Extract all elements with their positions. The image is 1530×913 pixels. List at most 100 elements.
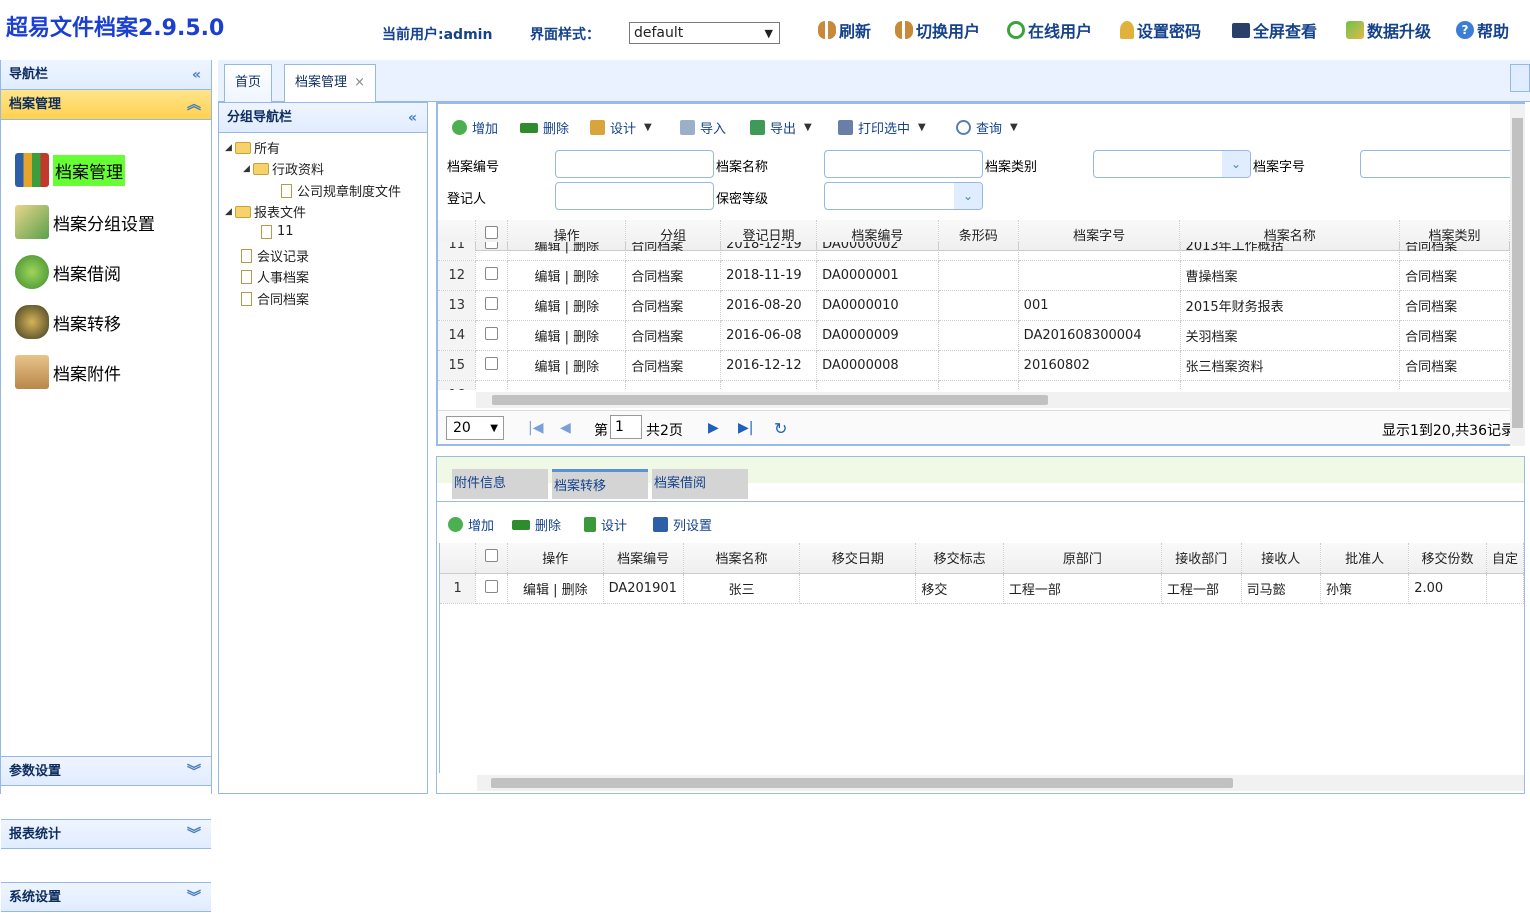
prev-page-icon[interactable]: ◀ (560, 420, 571, 436)
column-header[interactable]: 档案编号 (603, 543, 684, 574)
column-header[interactable]: 接收部门 (1161, 543, 1242, 574)
nav-section-params[interactable]: 参数设置 ︾ (1, 756, 211, 786)
chevron-down-icon[interactable]: ⌄ (1222, 151, 1250, 177)
nav-section-archive[interactable]: 档案管理 ︽ (1, 90, 211, 120)
nav-section-system[interactable]: 系统设置 ︾ (1, 882, 211, 912)
delete-button[interactable]: 删除 (520, 118, 569, 137)
table-row[interactable]: 11 编辑 | 删除 合同档案 2018-12-19 DA0000002 2013年工作概… (438, 242, 1510, 261)
expand-down-icon[interactable]: ︾ (187, 757, 201, 787)
nav-item-group-settings[interactable]: 档案分组设置 (15, 202, 155, 242)
tab-scroll-icon[interactable] (1510, 64, 1530, 92)
expanded-icon[interactable]: ◢ (225, 207, 235, 217)
detail-delete-button[interactable]: 删除 (512, 515, 561, 534)
row-actions[interactable]: 编辑 | 删除 (507, 242, 627, 261)
tree-node-report-files[interactable]: ◢ 报表文件 (225, 202, 306, 221)
table-row[interactable]: 12 编辑 | 删除 合同档案 2018-11-19 DA0000001 曹操档案 合同档案 (438, 260, 1510, 291)
chevron-down-icon[interactable]: ▼ (918, 122, 926, 133)
scrollbar-thumb[interactable] (492, 395, 1048, 405)
collapse-up-icon[interactable]: ︽ (187, 90, 201, 120)
column-header[interactable]: 原部门 (1003, 543, 1162, 574)
detail-add-button[interactable]: 增加 (448, 515, 494, 534)
collapse-left-icon[interactable]: « (192, 60, 201, 90)
collapse-left-icon[interactable]: « (408, 103, 417, 133)
secrecy-select[interactable]: ⌄ (824, 182, 983, 210)
column-header[interactable]: 自定 (1486, 543, 1524, 574)
refresh-button[interactable]: 刷新 (818, 18, 871, 42)
nav-item-borrow[interactable]: 档案借阅 (15, 252, 121, 292)
nav-item-attachments[interactable]: 档案附件 (15, 352, 121, 392)
import-button[interactable]: 导入 (680, 118, 726, 137)
column-header[interactable]: 操作 (507, 543, 604, 574)
table-row[interactable]: 13 编辑 | 删除 合同档案 2016-08-20 DA0000010 001 2015年… (438, 290, 1510, 321)
table-row[interactable]: 14 编辑 | 删除 合同档案 2016-06-08 DA0000009 DA201608… (438, 320, 1510, 351)
row-checkbox[interactable] (475, 320, 509, 351)
row-checkbox[interactable] (475, 260, 509, 291)
word-input[interactable] (1360, 150, 1511, 178)
tab-home[interactable]: 首页 (224, 64, 273, 102)
first-page-icon[interactable]: |◀ (528, 420, 543, 436)
select-all-checkbox[interactable] (475, 543, 508, 574)
query-button[interactable]: 查询 ▼ (956, 118, 1018, 137)
chevron-down-icon[interactable]: ▼ (644, 122, 652, 133)
column-header[interactable]: 接收人 (1241, 543, 1322, 574)
row-checkbox[interactable] (475, 290, 509, 321)
column-header[interactable]: 批准人 (1320, 543, 1410, 574)
detail-design-button[interactable]: 设计 (584, 515, 627, 534)
design-button[interactable]: 设计 ▼ (590, 118, 652, 137)
column-header[interactable]: 移交份数 (1408, 543, 1487, 574)
table-row[interactable]: 16 (438, 380, 1510, 390)
help-button[interactable]: ? 帮助 (1456, 18, 1509, 42)
chevron-down-icon[interactable]: ▼ (804, 122, 812, 133)
theme-select[interactable]: default ▼ (629, 22, 780, 44)
fullscreen-button[interactable]: 全屏查看 (1232, 18, 1317, 42)
column-settings-button[interactable]: 列设置 (653, 515, 712, 534)
expanded-icon[interactable]: ◢ (243, 164, 253, 174)
name-input[interactable] (824, 150, 983, 178)
row-actions[interactable]: 编辑 | 删除 (507, 350, 627, 381)
add-button[interactable]: 增加 (452, 118, 498, 137)
close-icon[interactable]: × (354, 75, 365, 90)
last-page-icon[interactable]: ▶| (738, 420, 753, 436)
table-row[interactable]: 15 编辑 | 删除 合同档案 2016-12-12 DA0000008 20160802… (438, 350, 1510, 381)
table-row[interactable]: 1 编辑 | 删除 DA201901 张三 移交 工程一部 工程一部 司马懿 孙策 2.00 (440, 573, 1524, 604)
scrollbar-thumb[interactable] (491, 778, 1233, 788)
row-checkbox[interactable] (475, 350, 509, 381)
upgrade-button[interactable]: 数据升级 (1346, 18, 1431, 42)
column-header[interactable]: 移交标志 (915, 543, 1004, 574)
page-size-select[interactable]: 20 ▼ (446, 416, 504, 440)
nav-item-archive-management[interactable]: 档案管理 (15, 150, 125, 190)
tree-node-11[interactable]: 11 (261, 224, 294, 239)
tab-transfer[interactable]: 档案转移 (552, 469, 648, 499)
type-select[interactable]: ⌄ (1093, 150, 1251, 178)
row-checkbox[interactable] (475, 573, 508, 604)
row-actions[interactable]: 编辑 | 删除 (507, 260, 627, 291)
code-input[interactable] (555, 150, 714, 178)
next-page-icon[interactable]: ▶ (708, 420, 719, 436)
online-users-button[interactable]: 在线用户 (1007, 18, 1092, 42)
switch-user-button[interactable]: 切换用户 (895, 18, 980, 42)
scrollbar-thumb[interactable] (1512, 118, 1523, 428)
tab-archive-management[interactable]: 档案管理 × (284, 64, 377, 103)
tab-attachments[interactable]: 附件信息 (452, 469, 548, 499)
row-checkbox[interactable] (475, 380, 509, 390)
tree-node-admin-docs[interactable]: ◢ 行政资料 (243, 159, 324, 178)
horizontal-scrollbar[interactable] (477, 775, 1524, 791)
tree-node-contract[interactable]: 合同档案 (241, 289, 309, 308)
horizontal-scrollbar[interactable] (476, 392, 1510, 408)
page-number-input[interactable]: 1 (610, 415, 642, 439)
vertical-scrollbar[interactable] (1510, 104, 1525, 446)
column-header[interactable]: 移交日期 (799, 543, 917, 574)
row-checkbox[interactable] (475, 242, 509, 261)
expand-down-icon[interactable]: ︾ (187, 883, 201, 913)
expanded-icon[interactable]: ◢ (225, 143, 235, 153)
tab-borrow[interactable]: 档案借阅 (652, 469, 748, 499)
row-actions[interactable]: 编辑 | 删除 (507, 290, 627, 321)
registrant-input[interactable] (555, 182, 714, 210)
set-password-button[interactable]: 设置密码 (1120, 18, 1201, 42)
tree-node-all[interactable]: ◢ 所有 (225, 138, 280, 157)
column-header[interactable]: 档案名称 (683, 543, 801, 574)
row-actions[interactable] (507, 380, 627, 390)
tree-node-personnel[interactable]: 人事档案 (241, 267, 309, 286)
export-button[interactable]: 导出 ▼ (750, 118, 812, 137)
row-actions[interactable]: 编辑 | 删除 (507, 320, 627, 351)
